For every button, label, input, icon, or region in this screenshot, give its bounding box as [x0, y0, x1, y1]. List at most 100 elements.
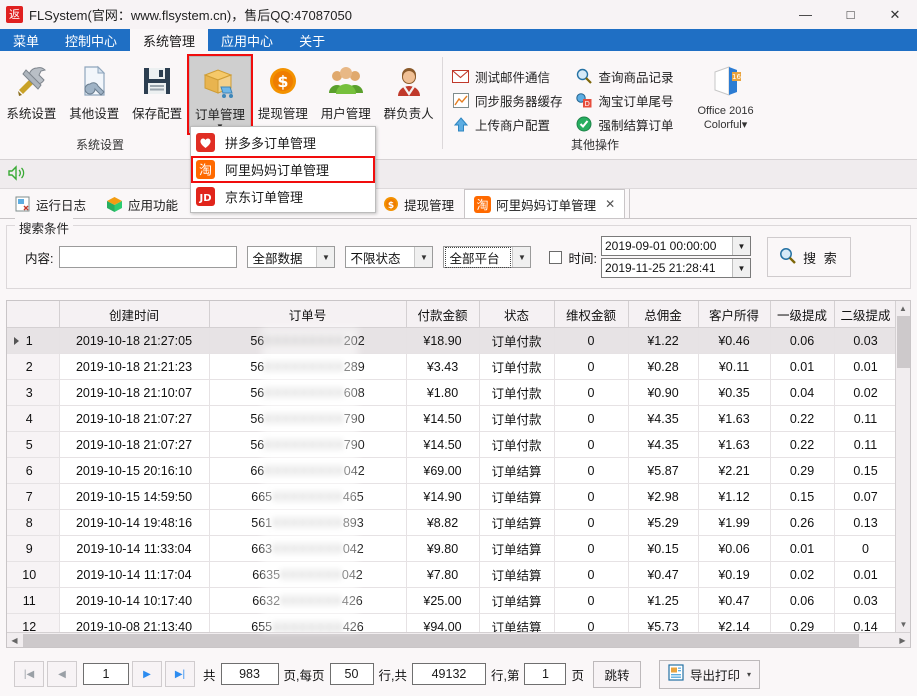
row-number-cell[interactable]: 7: [7, 483, 60, 510]
cell-create-time[interactable]: 2019-10-18 21:07:27: [59, 431, 210, 458]
cell-rights-amount[interactable]: 0: [554, 457, 629, 484]
cell-rights-amount[interactable]: 0: [554, 431, 629, 458]
cell-create-time[interactable]: 2019-10-18 21:07:27: [59, 405, 210, 432]
menu-item-control-center[interactable]: 控制中心: [52, 29, 130, 51]
column-header-level2[interactable]: 二级提成: [834, 301, 898, 328]
cell-level1[interactable]: 0.22: [770, 405, 835, 432]
cell-order-no[interactable]: 665XXXXXXXX465: [209, 483, 407, 510]
cell-order-no[interactable]: 56XXXXXXXXX608: [209, 379, 407, 406]
ribbon-button-order-management[interactable]: 订单管理 ▼: [186, 54, 254, 135]
tab-alimama-order-management[interactable]: 淘 阿里妈妈订单管理 ✕: [464, 189, 626, 218]
table-row[interactable]: 11 2019-10-14 10:17:40 6632XXXXXXX426 ¥25.0…: [7, 587, 898, 614]
table-row[interactable]: 1 2019-10-18 21:27:05 56XXXXXXXXX202 ¥18.90…: [7, 327, 898, 354]
row-number-cell[interactable]: 3: [7, 379, 60, 406]
cell-pay-amount[interactable]: ¥9.80: [406, 535, 480, 562]
ribbon-button-force-settle-order[interactable]: 强制结算订单: [569, 112, 680, 136]
cell-pay-amount[interactable]: ¥14.50: [406, 405, 480, 432]
chevron-down-icon[interactable]: ▾: [747, 670, 751, 679]
cell-level1[interactable]: 0.04: [770, 379, 835, 406]
time-to-input[interactable]: 2019-11-25 21:28:41 ▼: [600, 258, 751, 278]
column-header-create-time[interactable]: 创建时间: [59, 301, 210, 328]
cell-pay-amount[interactable]: ¥14.90: [406, 483, 480, 510]
cell-order-no[interactable]: 66XXXXXXXXX042: [209, 457, 407, 484]
table-row[interactable]: 3 2019-10-18 21:10:07 56XXXXXXXXX608 ¥1.80 订…: [7, 379, 898, 406]
cell-rights-amount[interactable]: 0: [554, 405, 629, 432]
cell-rights-amount[interactable]: 0: [554, 483, 629, 510]
column-header-order-no[interactable]: 订单号: [209, 301, 407, 328]
cell-level1[interactable]: 0.06: [770, 327, 835, 354]
cell-level2[interactable]: 0.11: [834, 431, 898, 458]
time-filter-checkbox[interactable]: [549, 250, 563, 264]
tab-app-functions[interactable]: 应用功能: [96, 189, 188, 218]
cell-customer-gain[interactable]: ¥1.99: [698, 509, 771, 536]
cell-level2[interactable]: 0.15: [834, 457, 898, 484]
cell-order-no[interactable]: 663XXXXXXXX042: [209, 535, 407, 562]
ribbon-button-taobao-order-tail[interactable]: D 淘宝订单尾号: [569, 88, 680, 112]
table-row[interactable]: 9 2019-10-14 11:33:04 663XXXXXXXX042 ¥9.80 订…: [7, 535, 898, 562]
cell-pay-amount[interactable]: ¥8.82: [406, 509, 480, 536]
cell-pay-amount[interactable]: ¥18.90: [406, 327, 480, 354]
cell-create-time[interactable]: 2019-10-18 21:10:07: [59, 379, 210, 406]
scroll-down-icon[interactable]: ▼: [896, 617, 910, 632]
last-page-button[interactable]: ▶|: [165, 661, 195, 687]
cell-status[interactable]: 订单付款: [479, 405, 555, 432]
cell-status[interactable]: 订单付款: [479, 327, 555, 354]
cell-status[interactable]: 订单结算: [479, 509, 555, 536]
time-from-input[interactable]: 2019-09-01 00:00:00 ▼: [600, 236, 751, 256]
platform-select[interactable]: 全部平台 ▼: [443, 246, 532, 268]
cell-customer-gain[interactable]: ¥0.11: [698, 353, 771, 380]
tab-withdraw-management[interactable]: $ 提现管理: [372, 189, 464, 218]
chevron-down-icon[interactable]: ▼: [316, 247, 335, 267]
ribbon-button-user-management[interactable]: 用户管理: [314, 56, 377, 124]
ribbon-button-upload-merchant-config[interactable]: 上传商户配置: [445, 112, 569, 136]
ribbon-button-withdraw-management[interactable]: $ 提现管理: [251, 56, 314, 124]
search-button[interactable]: 搜 索: [766, 237, 851, 277]
cell-level2[interactable]: 0.13: [834, 509, 898, 536]
cell-level1[interactable]: 0.02: [770, 561, 835, 588]
next-page-button[interactable]: ▶: [132, 661, 162, 687]
cell-total-commission[interactable]: ¥0.47: [628, 561, 699, 588]
speaker-icon[interactable]: [8, 164, 27, 184]
cell-total-commission[interactable]: ¥1.22: [628, 327, 699, 354]
cell-total-commission[interactable]: ¥5.87: [628, 457, 699, 484]
chevron-down-icon[interactable]: ▼: [731, 259, 750, 277]
vertical-scrollbar[interactable]: ▲ ▼: [895, 301, 910, 647]
cell-total-commission[interactable]: ¥4.35: [628, 431, 699, 458]
menu-item-menu[interactable]: 菜单: [0, 29, 52, 51]
row-number-cell[interactable]: 6: [7, 457, 60, 484]
cell-create-time[interactable]: 2019-10-14 11:17:04: [59, 561, 210, 588]
ribbon-button-save-config[interactable]: 保存配置: [126, 56, 189, 124]
close-button[interactable]: ✕: [873, 0, 917, 29]
table-row[interactable]: 10 2019-10-14 11:17:04 6635XXXXXXX042 ¥7.80…: [7, 561, 898, 588]
cell-rights-amount[interactable]: 0: [554, 353, 629, 380]
minimize-button[interactable]: —: [783, 0, 828, 29]
dropdown-item-jd-order[interactable]: JD 京东订单管理: [191, 183, 375, 210]
chevron-down-icon[interactable]: ▼: [414, 247, 433, 267]
cell-status[interactable]: 订单付款: [479, 353, 555, 380]
row-number-cell[interactable]: 1: [7, 327, 60, 354]
cell-create-time[interactable]: 2019-10-18 21:27:05: [59, 327, 210, 354]
cell-order-no[interactable]: 56XXXXXXXXX790: [209, 405, 407, 432]
first-page-button[interactable]: |◀: [14, 661, 44, 687]
tab-close-icon[interactable]: ✕: [605, 197, 615, 211]
cell-level1[interactable]: 0.22: [770, 431, 835, 458]
cell-status[interactable]: 订单结算: [479, 587, 555, 614]
ribbon-button-query-product-records[interactable]: 查询商品记录: [569, 64, 680, 88]
dropdown-item-alimama-order[interactable]: 淘 阿里妈妈订单管理: [191, 156, 375, 183]
cell-total-commission[interactable]: ¥4.35: [628, 405, 699, 432]
cell-customer-gain[interactable]: ¥0.46: [698, 327, 771, 354]
cell-order-no[interactable]: 56XXXXXXXXX790: [209, 431, 407, 458]
row-number-cell[interactable]: 4: [7, 405, 60, 432]
row-number-cell[interactable]: 8: [7, 509, 60, 536]
ribbon-button-test-mail[interactable]: 测试邮件通信: [445, 64, 569, 88]
column-header-rights-amount[interactable]: 维权金额: [554, 301, 629, 328]
tab-run-log[interactable]: 运行日志: [4, 189, 96, 218]
table-row[interactable]: 7 2019-10-15 14:59:50 665XXXXXXXX465 ¥14.90…: [7, 483, 898, 510]
cell-level1[interactable]: 0.15: [770, 483, 835, 510]
cell-level1[interactable]: 0.01: [770, 353, 835, 380]
cell-total-commission[interactable]: ¥0.90: [628, 379, 699, 406]
cell-create-time[interactable]: 2019-10-18 21:21:23: [59, 353, 210, 380]
search-input[interactable]: [59, 246, 238, 268]
cell-level2[interactable]: 0.03: [834, 327, 898, 354]
cell-rights-amount[interactable]: 0: [554, 509, 629, 536]
